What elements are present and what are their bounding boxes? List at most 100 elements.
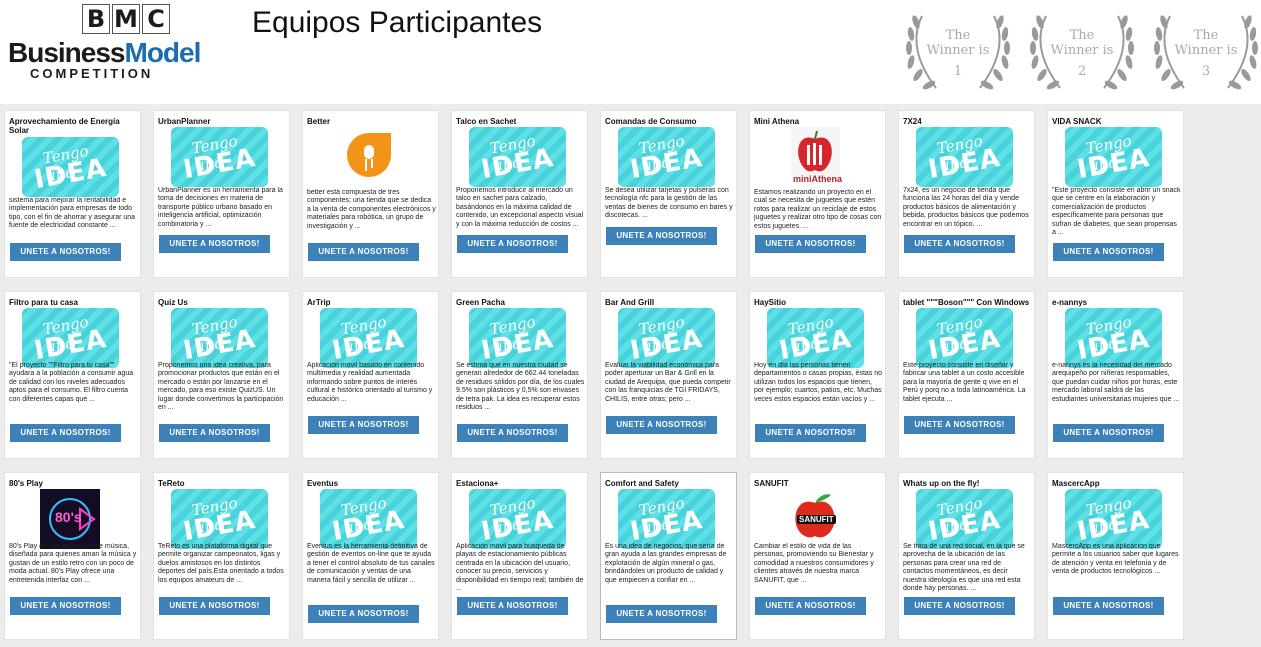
team-card-image[interactable]: Tengo una IDEA [469, 308, 566, 368]
team-card-image[interactable]: Tengo una IDEA [1065, 127, 1162, 187]
team-card-image[interactable]: Tengo una IDEA [171, 308, 268, 368]
team-card-title[interactable]: 7X24 [903, 117, 1033, 126]
team-card-image[interactable]: Tengo una IDEA [469, 489, 566, 549]
join-us-button[interactable]: UNETE A NOSOTROS! [308, 416, 419, 434]
team-card-image[interactable]: Tengo una IDEA [320, 308, 417, 368]
team-card-image[interactable]: Tengo una IDEA [320, 489, 417, 549]
team-card[interactable]: TeReto Tengo una IDEA TeReto es una platafo… [153, 472, 290, 640]
join-us-button[interactable]: UNETE A NOSOTROS! [755, 235, 866, 253]
join-us-button[interactable]: UNETE A NOSOTROS! [159, 597, 270, 615]
join-us-button[interactable]: UNETE A NOSOTROS! [10, 597, 121, 615]
team-card[interactable]: HaySitio Tengo una IDEA Hoy en día las pers… [749, 291, 886, 459]
team-card[interactable]: Mini Athena miniAthena Estamos realizando … [749, 110, 886, 278]
team-card[interactable]: Better better está compuesta de tres comp… [302, 110, 439, 278]
join-us-button[interactable]: UNETE A NOSOTROS! [457, 424, 568, 442]
team-card[interactable]: Filtro para tu casa Tengo una IDEA "El proy… [4, 291, 141, 459]
winner-3-badge[interactable]: The Winner is 3 [1150, 8, 1261, 94]
team-card-title[interactable]: HaySitio [754, 298, 884, 307]
team-card[interactable]: Comfort and Safety Tengo una IDEA Es una id… [600, 472, 737, 640]
team-card-title[interactable]: UrbanPlanner [158, 117, 288, 126]
join-us-button[interactable]: UNETE A NOSOTROS! [606, 416, 717, 434]
team-card[interactable]: VIDA SNACK Tengo una IDEA "Este proyecto co… [1047, 110, 1184, 278]
team-card-image[interactable]: Tengo una IDEA [1065, 489, 1162, 549]
join-us-button[interactable]: UNETE A NOSOTROS! [755, 424, 866, 442]
team-card-title[interactable]: Aprovechamiento de Energía Solar [9, 117, 139, 135]
join-us-button[interactable]: UNETE A NOSOTROS! [159, 235, 270, 253]
team-card-title[interactable]: Talco en Sachet [456, 117, 586, 126]
join-us-button[interactable]: UNETE A NOSOTROS! [308, 243, 419, 261]
join-us-button[interactable]: UNETE A NOSOTROS! [606, 605, 717, 623]
team-card[interactable]: 80's Play 80's 80's Play es una aplicación… [4, 472, 141, 640]
team-card-title[interactable]: MascercApp [1052, 479, 1182, 488]
join-us-button[interactable]: UNETE A NOSOTROS! [10, 424, 121, 442]
join-us-button[interactable]: UNETE A NOSOTROS! [10, 243, 121, 261]
team-card[interactable]: e-nannys Tengo una IDEA e-nannys es la nece… [1047, 291, 1184, 459]
team-card-title[interactable]: SANUFIT [754, 479, 884, 488]
team-card[interactable]: Quiz Us Tengo una IDEA Proponemos una idea … [153, 291, 290, 459]
team-card[interactable]: Bar And Grill Tengo una IDEA Evaluar la via… [600, 291, 737, 459]
team-card-title[interactable]: Whats up on the fly! [903, 479, 1033, 488]
team-card[interactable]: Talco en Sachet Tengo una IDEA Proponemos i… [451, 110, 588, 278]
team-card-image[interactable]: Tengo una IDEA [22, 308, 119, 368]
join-us-button[interactable]: UNETE A NOSOTROS! [1053, 424, 1164, 442]
team-card-title[interactable]: Mini Athena [754, 117, 884, 126]
join-us-button[interactable]: UNETE A NOSOTROS! [904, 235, 1015, 253]
join-us-button[interactable]: UNETE A NOSOTROS! [159, 424, 270, 442]
team-card[interactable]: Comandas de Consumo Tengo una IDEA Se desea… [600, 110, 737, 278]
join-us-button[interactable]: UNETE A NOSOTROS! [1053, 243, 1164, 261]
team-card[interactable]: tablet """Boson""" Con Windows Tengo una I… [898, 291, 1035, 459]
team-card-title[interactable]: Comandas de Consumo [605, 117, 735, 126]
join-us-button[interactable]: UNETE A NOSOTROS! [904, 416, 1015, 434]
join-us-button[interactable]: UNETE A NOSOTROS! [755, 597, 866, 615]
join-us-button[interactable]: UNETE A NOSOTROS! [457, 235, 568, 253]
team-card[interactable]: Aprovechamiento de Energía Solar Tengo un… [4, 110, 141, 278]
team-card[interactable]: SANUFIT SANUFIT Cambiar el estilo de vida … [749, 472, 886, 640]
team-card-image[interactable]: Tengo una IDEA [618, 308, 715, 368]
team-card-image[interactable]: 80's [22, 489, 119, 549]
join-us-button[interactable]: UNETE A NOSOTROS! [606, 227, 717, 245]
team-card-image[interactable]: SANUFIT [767, 489, 864, 549]
team-card-title[interactable]: Eventus [307, 479, 437, 488]
team-card-image[interactable]: Tengo una IDEA [916, 489, 1013, 549]
join-us-button[interactable]: UNETE A NOSOTROS! [904, 597, 1015, 615]
join-us-button[interactable]: UNETE A NOSOTROS! [1053, 597, 1164, 615]
team-card-title[interactable]: Comfort and Safety [605, 479, 735, 488]
team-card-image[interactable]: Tengo una IDEA [171, 489, 268, 549]
team-card-image[interactable]: Tengo una IDEA [618, 489, 715, 549]
team-card-title[interactable]: Green Pacha [456, 298, 586, 307]
team-card[interactable]: UrbanPlanner Tengo una IDEA UrbanPlanner es… [153, 110, 290, 278]
team-card[interactable]: ArTrip Tengo una IDEA Aplicación móvil basa… [302, 291, 439, 459]
join-us-button[interactable]: UNETE A NOSOTROS! [308, 605, 419, 623]
team-card[interactable]: 7X24 Tengo una IDEA 7x24, es un negocio de … [898, 110, 1035, 278]
team-card-image[interactable]: Tengo una IDEA [171, 127, 268, 187]
bmc-logo[interactable]: B M C BusinessModel COMPETITION [8, 4, 242, 81]
team-card-image[interactable]: Tengo una IDEA [469, 127, 566, 187]
team-card-title[interactable]: Better [307, 117, 437, 126]
team-card-title[interactable]: tablet """Boson""" Con Windows [903, 298, 1033, 307]
join-us-button[interactable]: UNETE A NOSOTROS! [457, 597, 568, 615]
team-card[interactable]: Whats up on the fly! Tengo una IDEA Se trat… [898, 472, 1035, 640]
team-card-title[interactable]: Filtro para tu casa [9, 298, 139, 307]
team-card[interactable]: Estaciona+ Tengo una IDEA Aplicación móvil … [451, 472, 588, 640]
winner-2-badge[interactable]: The Winner is 2 [1026, 8, 1138, 94]
team-card-title[interactable]: Estaciona+ [456, 479, 586, 488]
team-card-image[interactable]: Tengo una IDEA [22, 137, 119, 197]
team-card-image[interactable]: Tengo una IDEA [1065, 308, 1162, 368]
team-card-title[interactable]: ArTrip [307, 298, 437, 307]
team-card-image[interactable]: Tengo una IDEA [916, 127, 1013, 187]
team-card[interactable]: Eventus Tengo una IDEA Eventus es la herram… [302, 472, 439, 640]
team-card-title[interactable]: Quiz Us [158, 298, 288, 307]
winner-1-badge[interactable]: The Winner is 1 [902, 8, 1014, 94]
team-card-image[interactable]: miniAthena [767, 127, 864, 187]
team-card-title[interactable]: 80's Play [9, 479, 139, 488]
team-card[interactable]: MascercApp Tengo una IDEA MascercApp es una… [1047, 472, 1184, 640]
team-card-title[interactable]: VIDA SNACK [1052, 117, 1182, 126]
team-card-image[interactable] [320, 127, 417, 187]
team-card-title[interactable]: e-nannys [1052, 298, 1182, 307]
team-card-image[interactable]: Tengo una IDEA [767, 308, 864, 368]
team-card-image[interactable]: Tengo una IDEA [618, 127, 715, 187]
team-card-image[interactable]: Tengo una IDEA [916, 308, 1013, 368]
team-card[interactable]: Green Pacha Tengo una IDEA Se estima que en… [451, 291, 588, 459]
team-card-title[interactable]: TeReto [158, 479, 288, 488]
team-card-title[interactable]: Bar And Grill [605, 298, 735, 307]
